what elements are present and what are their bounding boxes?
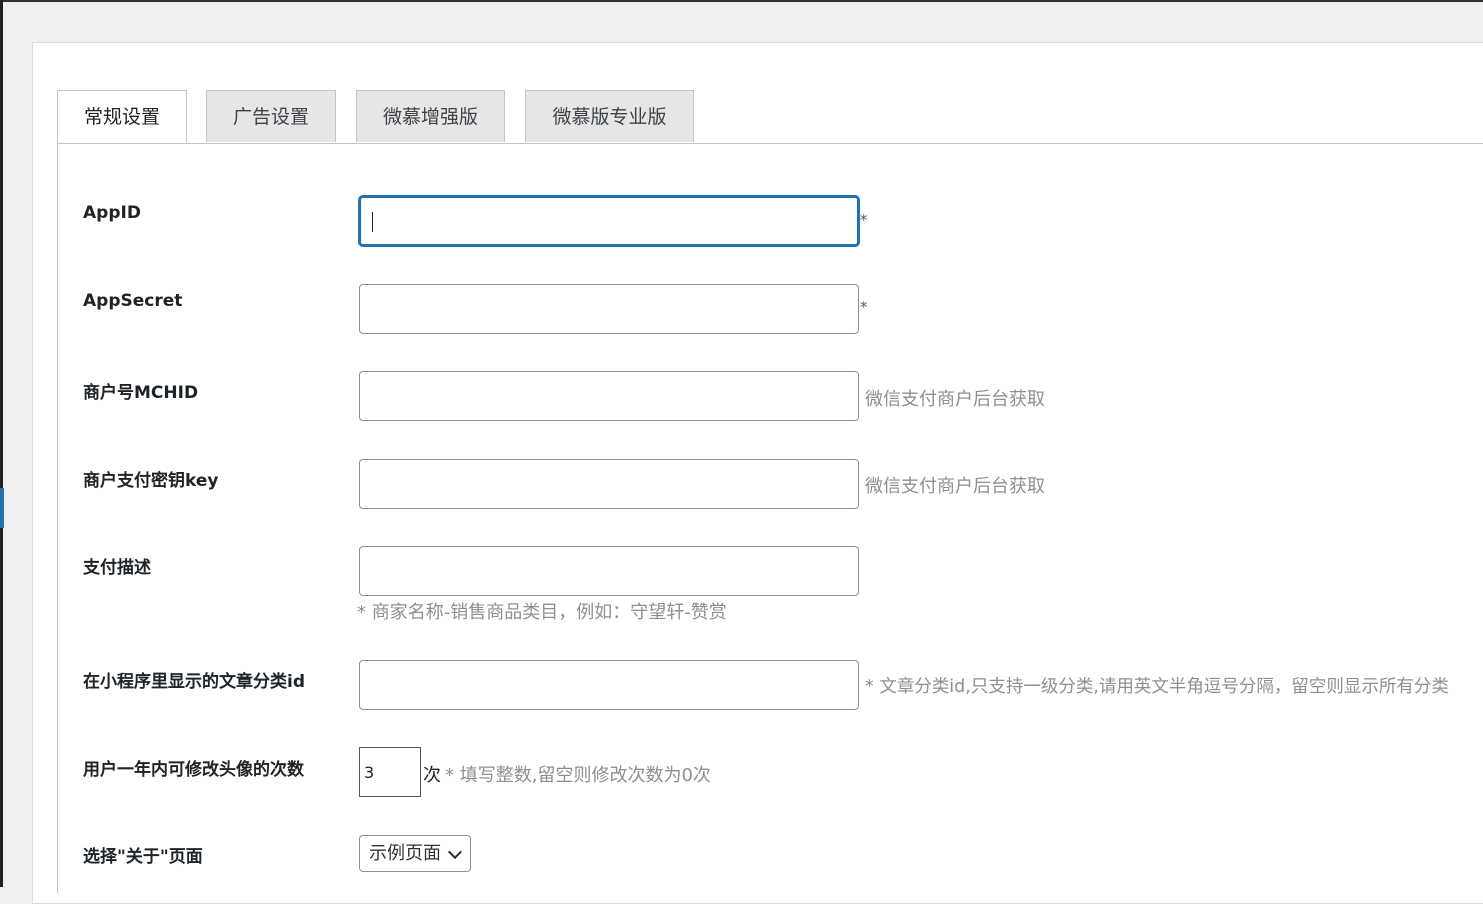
tab-general[interactable]: 常规设置 <box>57 90 187 144</box>
avatar-limit-unit: 次 <box>423 765 441 786</box>
appid-label: AppID <box>83 203 141 223</box>
category-ids-input[interactable] <box>359 660 859 710</box>
paydesc-label: 支付描述 <box>83 558 151 578</box>
paykey-hint: 微信支付商户后台获取 <box>865 476 1045 497</box>
category-ids-hint: * 文章分类id,只支持一级分类,请用英文半角逗号分隔，留空则显示所有分类 <box>865 677 1449 697</box>
paykey-label: 商户支付密钥key <box>83 471 219 491</box>
about-page-selected: 示例页面 <box>369 843 441 864</box>
avatar-limit-label: 用户一年内可修改头像的次数 <box>83 760 304 780</box>
avatar-limit-input[interactable]: 3 <box>359 747 421 797</box>
appsecret-required-mark: * <box>860 298 868 316</box>
paykey-input[interactable] <box>359 459 859 509</box>
appsecret-label: AppSecret <box>83 291 183 311</box>
category-ids-label: 在小程序里显示的文章分类id <box>83 672 305 692</box>
tab-panel-general <box>57 143 1483 893</box>
tab-pro[interactable]: 微慕版专业版 <box>525 90 694 142</box>
admin-sidebar-edge <box>0 0 3 887</box>
about-page-select[interactable]: 示例页面 <box>359 835 471 872</box>
appid-input[interactable] <box>359 196 859 246</box>
avatar-limit-hint: * 填写整数,留空则修改次数为0次 <box>445 765 711 786</box>
appsecret-input[interactable] <box>359 284 859 334</box>
about-page-label: 选择"关于"页面 <box>83 847 203 867</box>
tab-ads[interactable]: 广告设置 <box>206 90 336 142</box>
paydesc-hint: * 商家名称-销售商品类目，例如：守望轩-赞赏 <box>357 602 727 623</box>
window-top-border <box>0 0 1483 2</box>
mchid-input[interactable] <box>359 371 859 421</box>
appid-required-mark: * <box>860 211 868 229</box>
chevron-down-icon <box>447 844 463 860</box>
tab-enhanced[interactable]: 微慕增强版 <box>356 90 505 142</box>
sidebar-active-marker <box>0 488 4 528</box>
text-caret <box>372 212 373 232</box>
paydesc-input[interactable] <box>359 546 859 596</box>
mchid-label: 商户号MCHID <box>83 383 199 403</box>
mchid-hint: 微信支付商户后台获取 <box>865 389 1045 410</box>
